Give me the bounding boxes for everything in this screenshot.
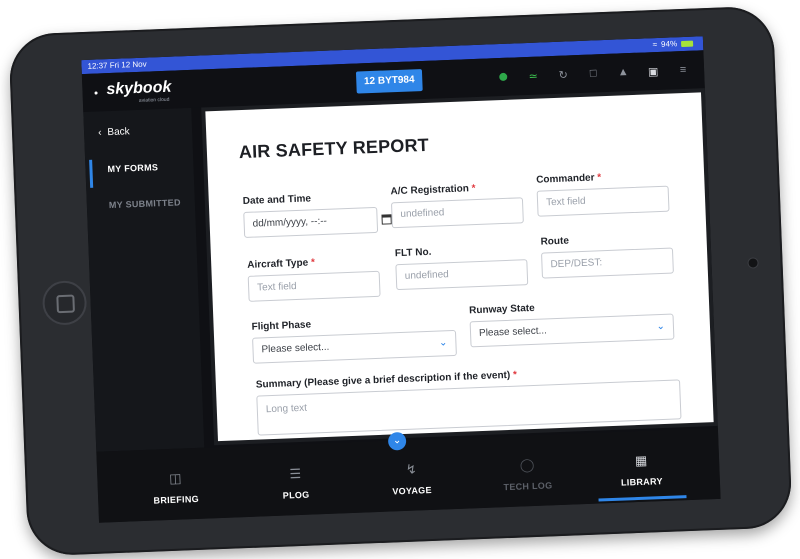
sidebar-item-label: MY FORMS <box>107 162 159 175</box>
route-input[interactable]: DEP/DEST: <box>541 247 674 279</box>
calendar-icon[interactable] <box>381 214 392 225</box>
tablet-device: 12:37 Fri 12 Nov ≈ 94% skybook aviation … <box>8 5 793 557</box>
library-icon: ▦ <box>634 452 648 469</box>
commander-input[interactable]: Text field <box>536 185 670 217</box>
battery-percent: 94% <box>660 39 678 49</box>
aircraft-type-label-text: Aircraft Type <box>247 257 309 271</box>
flight-button[interactable]: 12 BYT984 <box>355 69 423 94</box>
runway-state-label-text: Runway State <box>468 302 535 317</box>
required-marker: * <box>310 257 316 269</box>
flight-phase-value: Please select... <box>261 341 330 356</box>
tab-briefing[interactable]: ◫ BRIEFING <box>126 447 225 522</box>
chevron-down-icon: ⌄ <box>656 320 666 333</box>
tab-label: VOYAGE <box>392 484 432 497</box>
tab-library[interactable]: ▦ LIBRARY <box>592 429 691 504</box>
flt-no-label: FLT No. <box>395 247 432 259</box>
tab-tech-log[interactable]: ◯ TECH LOG <box>478 433 577 508</box>
ac-registration-label-text: A/C Registration <box>390 183 470 198</box>
aircraft-type-label: Aircraft Type * <box>247 257 315 271</box>
status-green-icon[interactable] <box>496 70 511 85</box>
runway-state-label: Runway State <box>469 303 535 317</box>
tab-label: PLOG <box>282 489 310 501</box>
commander-label: Commander * <box>536 172 601 185</box>
sync-icon[interactable]: ↻ <box>556 67 571 82</box>
runway-state-value: Please select... <box>478 325 548 340</box>
runway-state-select[interactable]: Please select... ⌄ <box>469 313 675 348</box>
camera-dot <box>748 258 758 268</box>
bookmark-icon[interactable]: □ <box>586 66 601 81</box>
checklist-icon: ☰ <box>289 465 302 482</box>
logo-subtitle: aviation cloud <box>138 96 170 104</box>
sidebar-item-my-forms[interactable]: MY FORMS <box>85 156 194 180</box>
chevron-left-icon: ‹ <box>97 127 102 139</box>
route-icon: ↯ <box>405 461 417 477</box>
required-marker: * <box>471 183 476 195</box>
date-time-label-text: Date and Time <box>242 193 312 207</box>
app-screen: 12:37 Fri 12 Nov ≈ 94% skybook aviation … <box>81 36 721 523</box>
ac-registration-label: A/C Registration * <box>390 183 475 197</box>
home-button[interactable] <box>41 280 88 326</box>
sidebar-item-my-submitted[interactable]: MY SUBMITTED <box>87 192 196 216</box>
required-marker: * <box>512 369 518 381</box>
chevron-down-icon: ⌄ <box>438 337 448 349</box>
signal-icon[interactable]: ≃ <box>526 68 541 83</box>
bell-icon[interactable]: ▲ <box>616 65 631 80</box>
sidebar: ‹ Back MY FORMS MY SUBMITTED <box>83 107 205 452</box>
engine-icon: ◯ <box>519 456 535 473</box>
page-title: AIR SAFETY REPORT <box>238 134 430 163</box>
sidebar-item-label: MY SUBMITTED <box>108 197 181 211</box>
clock-date: Fri 12 Nov <box>109 59 147 70</box>
flight-phase-label: Flight Phase <box>251 319 311 332</box>
tab-label: TECH LOG <box>503 480 553 493</box>
tab-plog[interactable]: ☰ PLOG <box>246 442 345 517</box>
logo-dot <box>94 91 98 95</box>
date-time-input[interactable]: dd/mm/yyyy, --:-- <box>243 206 379 238</box>
top-icons: ≃ ↻ □ ▲ ▣ ≡ <box>496 63 690 84</box>
battery-icon <box>680 40 694 48</box>
briefing-icon: ◫ <box>168 470 182 487</box>
route-label-text: Route <box>540 235 570 248</box>
route-label: Route <box>540 236 569 248</box>
flt-no-input[interactable]: undefined <box>395 259 529 291</box>
back-label: Back <box>107 126 130 139</box>
form-panel: AIR SAFETY REPORT Date and Time dd/mm/yy… <box>201 88 718 446</box>
settings-sliders-icon[interactable]: ≡ <box>676 63 691 78</box>
flight-phase-label-text: Flight Phase <box>251 319 312 333</box>
clock-time: 12:37 <box>87 61 108 71</box>
commander-label-text: Commander <box>536 172 595 186</box>
required-marker: * <box>597 172 602 184</box>
flt-no-label-text: FLT No. <box>394 246 432 260</box>
camera-icon[interactable]: ▣ <box>646 64 661 79</box>
tab-voyage[interactable]: ↯ VOYAGE <box>362 438 461 513</box>
aircraft-type-input[interactable]: Text field <box>247 270 381 302</box>
back-button[interactable]: ‹ Back <box>98 126 130 138</box>
tab-label: LIBRARY <box>620 476 663 488</box>
flight-phase-select[interactable]: Please select... ⌄ <box>252 329 457 364</box>
tab-label: BRIEFING <box>153 493 200 506</box>
date-time-label: Date and Time <box>243 193 312 207</box>
wifi-icon: ≈ <box>652 39 658 50</box>
ac-registration-input[interactable]: undefined <box>390 197 524 229</box>
form-card: AIR SAFETY REPORT Date and Time dd/mm/yy… <box>205 92 714 442</box>
